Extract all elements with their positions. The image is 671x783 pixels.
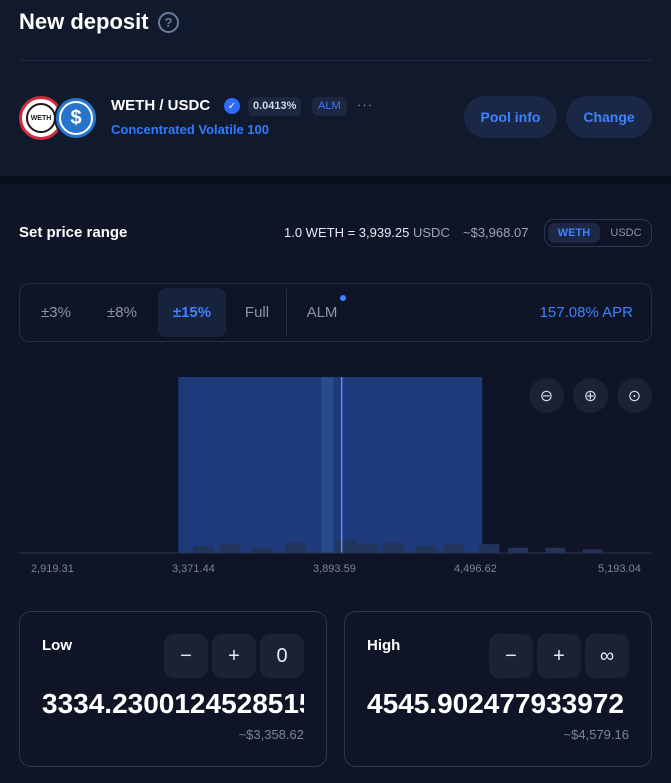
change-pool-button[interactable]: Change: [566, 96, 652, 138]
high-label: High: [367, 637, 401, 654]
x-tick-label: 3,893.59: [313, 563, 356, 575]
denomination-toggle: WETH USDC: [544, 219, 652, 247]
range-presets: ±3% ±8% ±15% Full ALM 157.08% APR: [19, 283, 652, 342]
low-price-input[interactable]: 3334.23001245285151: [42, 688, 304, 720]
alm-indicator-dot: [340, 295, 346, 301]
liquidity-bar: [444, 544, 465, 553]
usdc-token-logo: $: [54, 96, 98, 140]
liquidity-bar: [357, 544, 378, 553]
liquidity-bar: [336, 540, 357, 553]
apr-value: 157.08% APR: [539, 304, 633, 321]
high-price-input[interactable]: 4545.902477933972: [367, 688, 629, 720]
high-price-card: High − + ∞ 4545.902477933972 ~$4,579.16: [344, 611, 652, 767]
low-decrement-button[interactable]: −: [164, 634, 208, 678]
low-label: Low: [42, 637, 72, 654]
liquidity-bar: [508, 547, 529, 553]
pool-fee-badge: 0.0413%: [248, 97, 302, 116]
x-tick-label: 2,919.31: [31, 563, 74, 575]
help-icon[interactable]: ?: [158, 12, 179, 33]
zoom-out-icon[interactable]: ⊖: [529, 378, 564, 413]
price-range-title: Set price range: [19, 224, 128, 241]
divider: [19, 60, 652, 61]
low-price-card: Low − + 0 3334.23001245285151 ~$3,358.62: [19, 611, 327, 767]
low-zero-button[interactable]: 0: [260, 634, 304, 678]
usdc-logo-text: $: [59, 101, 93, 135]
verified-check-icon: ✓: [224, 98, 240, 114]
x-tick-label: 3,371.44: [172, 563, 215, 575]
weth-logo-text: WETH: [26, 103, 56, 133]
low-usd-value: ~$3,358.62: [238, 727, 304, 742]
liquidity-bar: [545, 547, 566, 553]
liquidity-bar: [416, 545, 437, 553]
x-tick-label: 5,193.04: [598, 563, 641, 575]
liquidity-bar: [252, 547, 273, 553]
current-price-text: 1.0 WETH = 3,939.25 USDC: [284, 225, 450, 240]
liquidity-bar: [582, 549, 603, 553]
range-option-8[interactable]: ±8%: [92, 288, 152, 337]
range-option-15[interactable]: ±15%: [158, 288, 226, 337]
range-divider: [286, 289, 287, 336]
toggle-weth[interactable]: WETH: [548, 223, 600, 243]
liquidity-bar: [321, 377, 334, 553]
pool-pair-name: WETH / USDC: [111, 97, 211, 114]
liquidity-bar: [193, 545, 214, 553]
price-weth-value: 1.0 WETH = 3,939.25: [284, 225, 410, 240]
more-options-icon[interactable]: ···: [357, 97, 373, 112]
price-unit: USDC: [413, 225, 450, 240]
alm-badge: ALM: [312, 97, 347, 116]
pool-info-button[interactable]: Pool info: [464, 96, 557, 138]
liquidity-bar: [220, 544, 241, 553]
price-usd-value: ~$3,968.07: [463, 225, 529, 240]
liquidity-bar: [479, 544, 500, 553]
high-usd-value: ~$4,579.16: [563, 727, 629, 742]
low-increment-button[interactable]: +: [212, 634, 256, 678]
liquidity-bar: [284, 542, 305, 553]
zoom-in-icon[interactable]: ⊕: [573, 378, 608, 413]
x-tick-label: 4,496.62: [454, 563, 497, 575]
pool-type-link[interactable]: Concentrated Volatile 100: [111, 122, 269, 137]
range-option-full[interactable]: Full: [232, 288, 282, 337]
high-infinity-button[interactable]: ∞: [585, 634, 629, 678]
liquidity-bar: [383, 542, 404, 553]
section-separator: [0, 176, 671, 184]
reset-zoom-icon[interactable]: ⊙: [617, 378, 652, 413]
toggle-usdc[interactable]: USDC: [603, 223, 649, 243]
high-decrement-button[interactable]: −: [489, 634, 533, 678]
high-increment-button[interactable]: +: [537, 634, 581, 678]
range-option-3[interactable]: ±3%: [28, 288, 84, 337]
page-title: New deposit: [19, 9, 149, 34]
deposit-header-panel: New deposit ? WETH $ WETH / USDC ✓ 0.041…: [0, 0, 671, 176]
